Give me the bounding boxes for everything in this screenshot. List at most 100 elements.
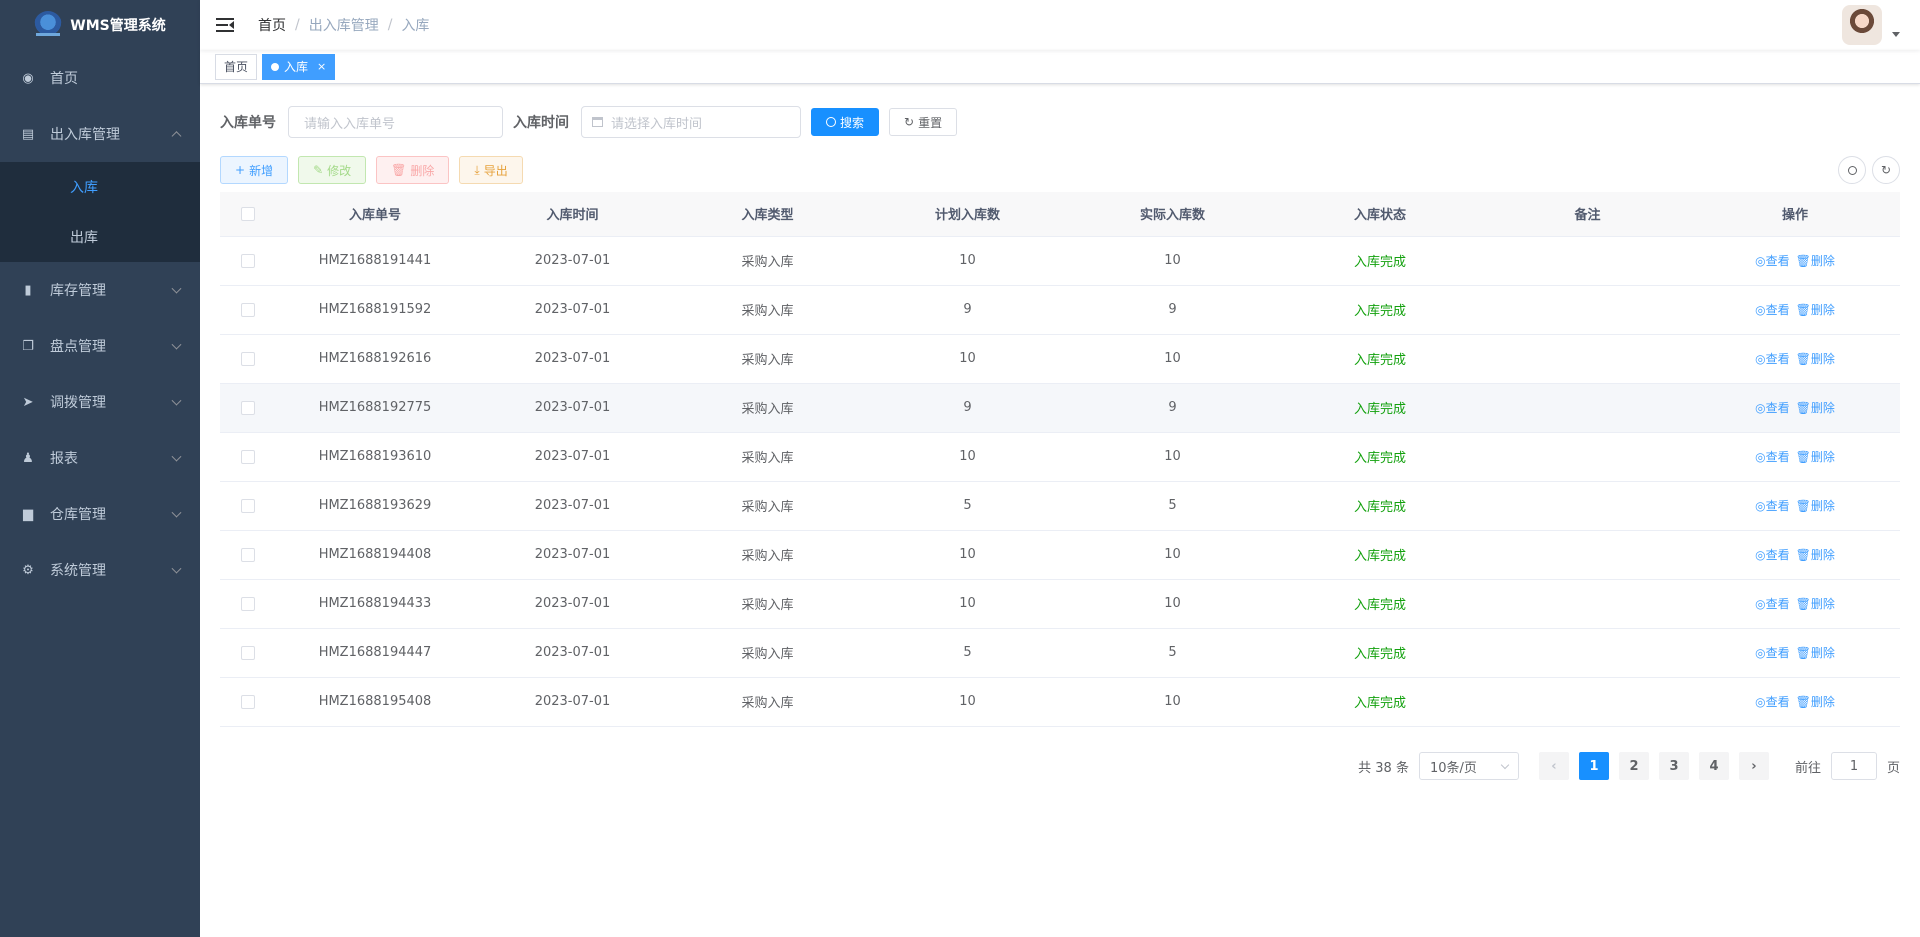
next-page-button[interactable]: ›	[1738, 752, 1769, 780]
caret-down-icon[interactable]	[1892, 32, 1900, 37]
actions-cell: ◎查看 🗑删除	[1690, 334, 1900, 384]
tag-inbound[interactable]: 入库 ×	[262, 53, 336, 80]
row-checkbox[interactable]	[240, 449, 255, 464]
table-row[interactable]: HMZ1688192775 2023-07-01 采购入库 9 9 入库完成 ◎查看 🗑删除	[220, 383, 1900, 433]
table-row[interactable]: HMZ1688191592 2023-07-01 采购入库 9 9 入库完成 ◎查看 🗑删除	[220, 285, 1900, 335]
delete-link[interactable]: 🗑删除	[1796, 450, 1835, 464]
row-checkbox[interactable]	[240, 694, 255, 709]
delete-link[interactable]: 🗑删除	[1796, 548, 1835, 562]
table-row[interactable]: HMZ1688191441 2023-07-01 采购入库 10 10 入库完成 ◎查看 🗑删…	[220, 236, 1900, 286]
sidebar-item[interactable]: ◉ 首页	[0, 50, 200, 106]
delete-link[interactable]: 🗑删除	[1796, 646, 1835, 660]
row-checkbox[interactable]	[240, 400, 255, 415]
avatar[interactable]	[1842, 5, 1882, 45]
page-button[interactable]: 2	[1618, 752, 1649, 780]
toggle-search-button[interactable]	[1838, 156, 1866, 184]
view-link[interactable]: ◎查看	[1755, 548, 1790, 562]
view-link[interactable]: ◎查看	[1755, 646, 1790, 660]
table-cell: 10	[865, 432, 1070, 482]
select-all-checkbox[interactable]	[240, 206, 255, 221]
row-select-cell	[220, 481, 275, 531]
row-checkbox[interactable]	[240, 253, 255, 268]
page-button[interactable]: 1	[1578, 752, 1609, 780]
table-row[interactable]: HMZ1688192616 2023-07-01 采购入库 10 10 入库完成 ◎查看 🗑删…	[220, 334, 1900, 384]
row-checkbox[interactable]	[240, 596, 255, 611]
delete-link[interactable]: 🗑删除	[1796, 695, 1835, 709]
delete-label: 删除	[1810, 303, 1835, 317]
view-link[interactable]: ◎查看	[1755, 352, 1790, 366]
view-link[interactable]: ◎查看	[1755, 401, 1790, 415]
sidebar-item[interactable]: ▆ 仓库管理	[0, 486, 200, 542]
table-row[interactable]: HMZ1688195408 2023-07-01 采购入库 10 10 入库完成 ◎查看 🗑删…	[220, 677, 1900, 727]
sidebar: WMS管理系统 ◉ 首页 ▤ 出入库管理 入库 出库 ▮ 库存管理 ❐ 盘点管理 ➤ 调拨管理 ♟ 报表 ▆…	[0, 0, 200, 937]
hamburger-icon[interactable]	[216, 18, 234, 32]
table-cell: 入库完成	[1275, 481, 1485, 531]
table-cell: 10	[865, 530, 1070, 580]
goto-page-input[interactable]: 1	[1830, 752, 1877, 780]
table-cell: 入库完成	[1275, 383, 1485, 433]
inbound-time-picker[interactable]: 请选择入库时间	[581, 106, 801, 138]
chevron-down-icon	[171, 451, 182, 462]
edit-button[interactable]: ✎ 修改	[298, 156, 367, 184]
add-button[interactable]: + 新增	[220, 156, 289, 184]
sidebar-item[interactable]: ⚙ 系统管理	[0, 542, 200, 598]
table-row[interactable]: HMZ1688194447 2023-07-01 采购入库 5 5 入库完成 ◎查看 🗑删除	[220, 628, 1900, 678]
table-cell: 10	[865, 579, 1070, 629]
export-button[interactable]: ⤓ 导出	[459, 156, 523, 184]
row-select-cell	[220, 579, 275, 629]
refresh-table-button[interactable]: ↻	[1872, 156, 1900, 184]
edit-icon: ✎	[313, 163, 324, 177]
table-cell	[1485, 628, 1690, 678]
view-link[interactable]: ◎查看	[1755, 450, 1790, 464]
sidebar-item[interactable]: ❐ 盘点管理	[0, 318, 200, 374]
row-checkbox[interactable]	[240, 351, 255, 366]
table-row[interactable]: HMZ1688193629 2023-07-01 采购入库 5 5 入库完成 ◎查看 🗑删除	[220, 481, 1900, 531]
inbound-no-input[interactable]: 请输入入库单号	[288, 106, 503, 138]
prev-page-button[interactable]: ‹	[1538, 752, 1569, 780]
row-select-cell	[220, 334, 275, 384]
table-cell: 2023-07-01	[475, 530, 670, 580]
table-cell	[1485, 334, 1690, 384]
view-link[interactable]: ◎查看	[1755, 597, 1790, 611]
logo[interactable]: WMS管理系统	[0, 0, 200, 50]
table-row[interactable]: HMZ1688194433 2023-07-01 采购入库 10 10 入库完成 ◎查看 🗑删…	[220, 579, 1900, 629]
sidebar-item[interactable]: ▤ 出入库管理	[0, 106, 200, 162]
table-cell: 入库完成	[1275, 432, 1485, 482]
view-link[interactable]: ◎查看	[1755, 254, 1790, 268]
view-link[interactable]: ◎查看	[1755, 499, 1790, 513]
breadcrumb-home[interactable]: 首页	[258, 15, 286, 35]
close-icon[interactable]: ×	[317, 55, 326, 79]
view-link[interactable]: ◎查看	[1755, 695, 1790, 709]
page-size-select[interactable]: 10条/页	[1418, 752, 1519, 780]
delete-link[interactable]: 🗑删除	[1796, 254, 1835, 268]
table-row[interactable]: HMZ1688194408 2023-07-01 采购入库 10 10 入库完成 ◎查看 🗑删…	[220, 530, 1900, 580]
sidebar-item[interactable]: ▮ 库存管理	[0, 262, 200, 318]
submenu-item[interactable]: 出库	[0, 212, 200, 262]
row-checkbox[interactable]	[240, 498, 255, 513]
breadcrumb-inout[interactable]: 出入库管理	[309, 15, 379, 35]
delete-link[interactable]: 🗑删除	[1796, 303, 1835, 317]
view-label: 查看	[1765, 450, 1790, 464]
tag-home[interactable]: 首页	[215, 53, 258, 80]
reset-button[interactable]: ↻ 重置	[889, 108, 958, 136]
delete-link[interactable]: 🗑删除	[1796, 401, 1835, 415]
row-checkbox[interactable]	[240, 302, 255, 317]
delete-link[interactable]: 🗑删除	[1796, 499, 1835, 513]
page-button[interactable]: 4	[1698, 752, 1729, 780]
table-cell: 入库完成	[1275, 628, 1485, 678]
view-label: 查看	[1765, 499, 1790, 513]
sidebar-item[interactable]: ♟ 报表	[0, 430, 200, 486]
copy-icon: ❐	[22, 338, 34, 354]
delete-link[interactable]: 🗑删除	[1796, 597, 1835, 611]
delete-button[interactable]: 🗑 删除	[376, 156, 450, 184]
submenu-item[interactable]: 入库	[0, 162, 200, 212]
page-button[interactable]: 3	[1658, 752, 1689, 780]
table-row[interactable]: HMZ1688193610 2023-07-01 采购入库 10 10 入库完成 ◎查看 🗑删…	[220, 432, 1900, 482]
sidebar-item[interactable]: ➤ 调拨管理	[0, 374, 200, 430]
row-checkbox[interactable]	[240, 645, 255, 660]
table-cell: 2023-07-01	[475, 579, 670, 629]
row-checkbox[interactable]	[240, 547, 255, 562]
delete-link[interactable]: 🗑删除	[1796, 352, 1835, 366]
search-button[interactable]: 搜索	[811, 108, 880, 136]
view-link[interactable]: ◎查看	[1755, 303, 1790, 317]
